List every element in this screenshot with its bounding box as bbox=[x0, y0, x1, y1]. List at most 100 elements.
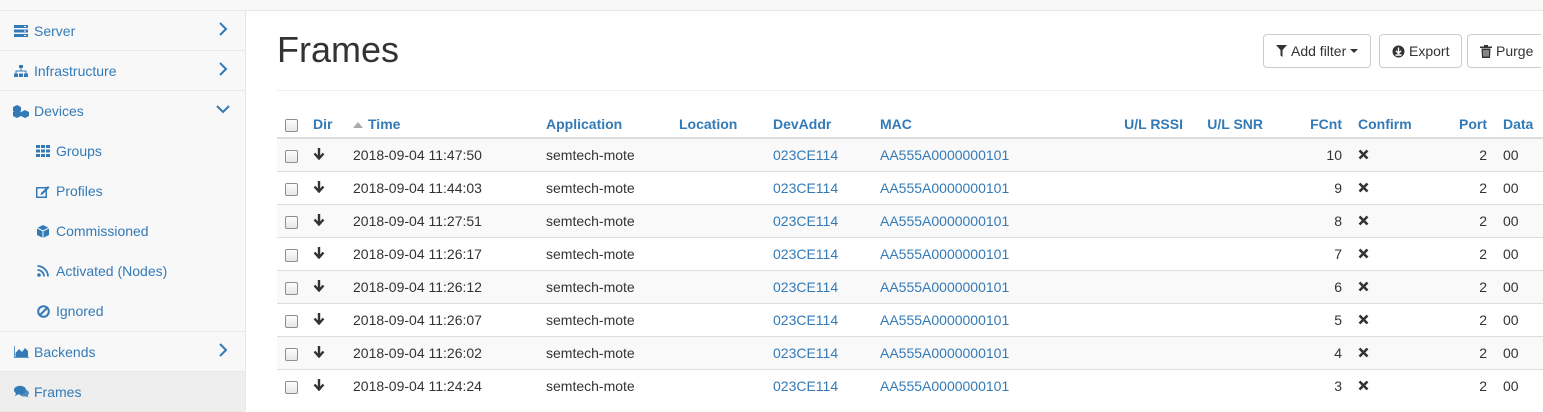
column-header-confirm[interactable]: Confirm bbox=[1350, 111, 1412, 139]
cell-mac[interactable]: AA555A0000000101 bbox=[872, 303, 1088, 337]
sidebar-item-activated-nodes[interactable]: Activated (Nodes) bbox=[0, 251, 245, 291]
sidebar-item-server[interactable]: Server bbox=[0, 11, 245, 51]
select-all-checkbox[interactable] bbox=[285, 118, 298, 132]
cell-mac[interactable]: AA555A0000000101 bbox=[872, 270, 1088, 304]
row-select-cell bbox=[277, 237, 305, 271]
column-header-application[interactable]: Application bbox=[538, 111, 671, 139]
row-checkbox[interactable] bbox=[285, 281, 298, 295]
column-header-mac[interactable]: MAC bbox=[872, 111, 1088, 139]
sidebar-item-infrastructure[interactable]: Infrastructure bbox=[0, 51, 245, 91]
ban-icon bbox=[34, 304, 52, 318]
cell-ul-rssi bbox=[1088, 336, 1191, 370]
cell-mac[interactable]: AA555A0000000101 bbox=[872, 237, 1088, 271]
cell-devaddr[interactable]: 023CE114 bbox=[765, 303, 872, 337]
cell-location bbox=[671, 369, 765, 402]
cell-location bbox=[671, 204, 765, 238]
sidebar-item-ignored[interactable]: Ignored bbox=[0, 291, 245, 331]
purge-button[interactable]: Purge bbox=[1467, 34, 1542, 68]
row-select-cell bbox=[277, 270, 305, 304]
cell-dir bbox=[305, 137, 345, 172]
sidebar-item-label: Frames bbox=[34, 383, 82, 400]
table-row[interactable]: 2018-09-04 11:26:02 semtech-mote 023CE114 A… bbox=[277, 336, 1543, 370]
filter-icon bbox=[1276, 45, 1287, 57]
cell-mac[interactable]: AA555A0000000101 bbox=[872, 171, 1088, 205]
table-row[interactable]: 2018-09-04 11:24:24 semtech-mote 023CE114 A… bbox=[277, 369, 1543, 402]
comments-icon bbox=[12, 385, 30, 399]
row-checkbox[interactable] bbox=[285, 215, 298, 229]
cell-ul-rssi bbox=[1088, 137, 1191, 172]
cell-ul-rssi bbox=[1088, 270, 1191, 304]
cell-dir bbox=[305, 336, 345, 370]
sidebar-item-devices[interactable]: Devices bbox=[0, 91, 245, 131]
cell-location bbox=[671, 137, 765, 172]
sidebar-item-groups[interactable]: Groups bbox=[0, 131, 245, 171]
cell-time: 2018-09-04 11:27:51 bbox=[345, 204, 538, 238]
table-row[interactable]: 2018-09-04 11:44:03 semtech-mote 023CE114 A… bbox=[277, 171, 1543, 205]
table-row[interactable]: 2018-09-04 11:26:12 semtech-mote 023CE114 A… bbox=[277, 270, 1543, 304]
row-checkbox[interactable] bbox=[285, 149, 298, 163]
export-button[interactable]: Export bbox=[1379, 34, 1463, 68]
table-row[interactable]: 2018-09-04 11:47:50 semtech-mote 023CE114 A… bbox=[277, 137, 1543, 172]
add-filter-button[interactable]: Add filter bbox=[1263, 34, 1372, 68]
cell-ul-snr bbox=[1191, 171, 1271, 205]
frames-table: Dir Time Application Location DevAddr MA… bbox=[277, 111, 1543, 402]
cell-data: 00 bbox=[1495, 237, 1543, 271]
cell-devaddr[interactable]: 023CE114 bbox=[765, 270, 872, 304]
row-checkbox[interactable] bbox=[285, 347, 298, 361]
table-row[interactable]: 2018-09-04 11:26:07 semtech-mote 023CE114 A… bbox=[277, 303, 1543, 337]
column-header-port[interactable]: Port bbox=[1407, 111, 1495, 139]
column-header-devaddr[interactable]: DevAddr bbox=[765, 111, 872, 139]
cell-mac[interactable]: AA555A0000000101 bbox=[872, 369, 1088, 402]
cell-port: 2 bbox=[1407, 369, 1495, 402]
column-header-time-label: Time bbox=[368, 116, 401, 132]
title-divider bbox=[277, 90, 1543, 91]
cell-dir bbox=[305, 369, 345, 402]
column-header-fcnt[interactable]: FCnt bbox=[1271, 111, 1350, 139]
times-icon bbox=[1358, 246, 1369, 262]
column-header-dir[interactable]: Dir bbox=[305, 111, 345, 139]
row-select-cell bbox=[277, 336, 305, 370]
sidebar-item-profiles[interactable]: Profiles bbox=[0, 171, 245, 211]
cell-ul-snr bbox=[1191, 369, 1271, 402]
row-checkbox[interactable] bbox=[285, 314, 298, 328]
cell-devaddr[interactable]: 023CE114 bbox=[765, 171, 872, 205]
table-row[interactable]: 2018-09-04 11:26:17 semtech-mote 023CE114 A… bbox=[277, 237, 1543, 271]
row-select-cell bbox=[277, 303, 305, 337]
sidebar-item-commissioned[interactable]: Commissioned bbox=[0, 211, 245, 251]
cell-time: 2018-09-04 11:26:02 bbox=[345, 336, 538, 370]
cell-mac[interactable]: AA555A0000000101 bbox=[872, 336, 1088, 370]
row-checkbox[interactable] bbox=[285, 248, 298, 262]
row-checkbox[interactable] bbox=[285, 182, 298, 196]
column-header-time[interactable]: Time bbox=[345, 111, 538, 139]
cell-fcnt: 9 bbox=[1271, 171, 1350, 205]
sitemap-icon bbox=[12, 64, 30, 78]
table-row[interactable]: 2018-09-04 11:27:51 semtech-mote 023CE114 A… bbox=[277, 204, 1543, 238]
column-header-ul-rssi[interactable]: U/L RSSI bbox=[1088, 111, 1191, 139]
cell-confirm bbox=[1350, 137, 1407, 172]
column-header-ul-snr[interactable]: U/L SNR bbox=[1191, 111, 1271, 139]
sidebar-item-backends[interactable]: Backends bbox=[0, 332, 245, 372]
row-select-cell bbox=[277, 137, 305, 172]
sidebar-item-frames[interactable]: Frames bbox=[0, 372, 245, 412]
cell-port: 2 bbox=[1407, 336, 1495, 370]
cell-fcnt: 4 bbox=[1271, 336, 1350, 370]
cell-port: 2 bbox=[1407, 303, 1495, 337]
edit-icon bbox=[34, 184, 52, 198]
column-header-location[interactable]: Location bbox=[671, 111, 765, 139]
cell-mac[interactable]: AA555A0000000101 bbox=[872, 137, 1088, 172]
cell-dir bbox=[305, 171, 345, 205]
cell-data: 00 bbox=[1495, 369, 1543, 402]
column-header-data[interactable]: Data bbox=[1495, 111, 1543, 139]
cell-devaddr[interactable]: 023CE114 bbox=[765, 204, 872, 238]
cell-ul-snr bbox=[1191, 270, 1271, 304]
chevron-right-icon bbox=[219, 343, 228, 357]
row-checkbox[interactable] bbox=[285, 380, 298, 394]
cell-devaddr[interactable]: 023CE114 bbox=[765, 369, 872, 402]
cell-data: 00 bbox=[1495, 336, 1543, 370]
cell-mac[interactable]: AA555A0000000101 bbox=[872, 204, 1088, 238]
cell-fcnt: 7 bbox=[1271, 237, 1350, 271]
cell-devaddr[interactable]: 023CE114 bbox=[765, 336, 872, 370]
cell-devaddr[interactable]: 023CE114 bbox=[765, 237, 872, 271]
cell-devaddr[interactable]: 023CE114 bbox=[765, 137, 872, 172]
cell-location bbox=[671, 270, 765, 304]
